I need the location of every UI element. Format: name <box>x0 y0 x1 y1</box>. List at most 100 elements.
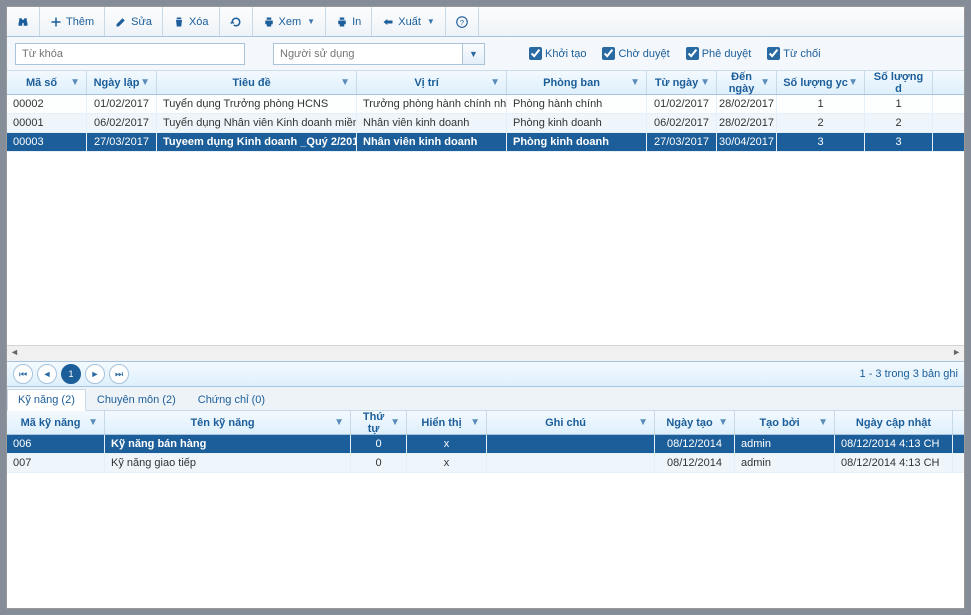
filter-icon[interactable]: ▼ <box>470 417 480 428</box>
delete-button[interactable]: Xóa <box>163 7 220 36</box>
cell-note <box>487 435 655 453</box>
cell-title: Tuyeem dụng Kinh doanh _Quý 2/2017 <box>157 133 357 151</box>
view-button[interactable]: Xem ▼ <box>253 7 327 36</box>
col-visible[interactable]: Hiển thị▼ <box>407 411 487 434</box>
cell-updated: 08/12/2014 4:13 CH <box>835 435 953 453</box>
reject-checkbox[interactable]: Từ chối <box>767 47 820 60</box>
user-input[interactable] <box>273 43 463 65</box>
cell-date: 06/02/2017 <box>87 114 157 132</box>
edit-button[interactable]: Sửa <box>105 7 163 36</box>
col-qty2[interactable]: Số lượng d <box>865 71 933 94</box>
chevron-down-icon[interactable]: ▼ <box>463 43 485 65</box>
cell-qty2: 3 <box>865 133 933 151</box>
user-combo[interactable]: ▼ <box>273 43 485 65</box>
filter-icon[interactable]: ▼ <box>140 77 150 88</box>
cell-to: 30/04/2017 <box>717 133 777 151</box>
cell-skill-name: Kỹ năng bán hàng <box>105 435 351 453</box>
keyword-input[interactable] <box>15 43 245 65</box>
cell-dept: Phòng hành chính <box>507 95 647 113</box>
refresh-button[interactable] <box>220 7 253 36</box>
table-row[interactable]: 0000106/02/2017Tuyển dụng Nhân viên Kinh… <box>7 114 964 133</box>
cell-dept: Phòng kinh doanh <box>507 114 647 132</box>
search-button[interactable] <box>7 7 40 36</box>
col-qty[interactable]: Số lượng yc▼ <box>777 71 865 94</box>
caret-down-icon: ▼ <box>307 17 315 26</box>
table-row[interactable]: 00003 27/03/2017 Tuyeem dụng Kinh doanh _Q… <box>7 133 964 152</box>
first-page-button[interactable]: ⏮ <box>13 364 33 384</box>
cell-from: 01/02/2017 <box>647 95 717 113</box>
filter-icon[interactable]: ▼ <box>760 77 770 88</box>
refresh-icon <box>230 16 242 28</box>
cell-created: 08/12/2014 <box>655 435 735 453</box>
cell-dept: Phòng kinh doanh <box>507 133 647 151</box>
caret-down-icon: ▼ <box>427 17 435 26</box>
tab-specialty[interactable]: Chuyên môn (2) <box>86 389 187 410</box>
detail-grid-header: Mã kỹ năng▼ Tên kỹ năng▼ Thứ tự▼ Hiển th… <box>7 411 964 435</box>
h-scrollbar[interactable] <box>7 345 964 361</box>
cell-from: 27/03/2017 <box>647 133 717 151</box>
cell-title: Tuyển dụng Nhân viên Kinh doanh miền Bắc <box>157 114 357 132</box>
filter-icon[interactable]: ▼ <box>390 417 400 428</box>
filter-icon[interactable]: ▼ <box>718 417 728 428</box>
cell-created: 08/12/2014 <box>655 454 735 472</box>
cell-position: Nhân viên kinh doanh <box>357 114 507 132</box>
cell-qty: 3 <box>777 133 865 151</box>
col-note[interactable]: Ghi chú▼ <box>487 411 655 434</box>
init-checkbox[interactable]: Khởi tạo <box>529 47 586 60</box>
col-skill-code[interactable]: Mã kỹ năng▼ <box>7 411 105 434</box>
filter-icon[interactable]: ▼ <box>70 77 80 88</box>
cell-title: Tuyển dụng Trưởng phòng HCNS <box>157 95 357 113</box>
filter-icon[interactable]: ▼ <box>490 77 500 88</box>
col-position[interactable]: Vị trí▼ <box>357 71 507 94</box>
col-dept[interactable]: Phòng ban▼ <box>507 71 647 94</box>
grid-body[interactable]: 0000201/02/2017Tuyển dụng Trưởng phòng H… <box>7 95 964 345</box>
wait-checkbox[interactable]: Chờ duyệt <box>602 47 669 60</box>
last-page-button[interactable]: ⏭ <box>109 364 129 384</box>
filter-icon[interactable]: ▼ <box>340 77 350 88</box>
reject-label: Từ chối <box>783 48 820 60</box>
filter-icon[interactable]: ▼ <box>700 77 710 88</box>
table-row[interactable]: 007Kỹ năng giao tiếp0x08/12/2014admin08/… <box>7 454 964 473</box>
col-skill-name[interactable]: Tên kỹ năng▼ <box>105 411 351 434</box>
filter-icon[interactable]: ▼ <box>334 417 344 428</box>
col-updated[interactable]: Ngày cập nhật <box>835 411 953 434</box>
col-creator[interactable]: Tạo bởi▼ <box>735 411 835 434</box>
detail-grid-body[interactable]: 006Kỹ năng bán hàng0x08/12/2014admin08/1… <box>7 435 964 608</box>
add-button[interactable]: Thêm <box>40 7 105 36</box>
help-button[interactable]: ? <box>446 7 479 36</box>
next-page-button[interactable]: ► <box>85 364 105 384</box>
approve-checkbox[interactable]: Phê duyệt <box>686 47 752 60</box>
col-from[interactable]: Từ ngày▼ <box>647 71 717 94</box>
tab-certs[interactable]: Chứng chỉ (0) <box>187 389 276 410</box>
cell-creator: admin <box>735 435 835 453</box>
export-label: Xuất <box>398 16 421 28</box>
col-code[interactable]: Mã số▼ <box>7 71 87 94</box>
cell-date: 01/02/2017 <box>87 95 157 113</box>
col-created[interactable]: Ngày tạo▼ <box>655 411 735 434</box>
help-icon: ? <box>456 16 468 28</box>
cell-code: 00003 <box>7 133 87 151</box>
filter-icon[interactable]: ▼ <box>818 417 828 428</box>
svg-text:?: ? <box>460 18 464 27</box>
tab-skills[interactable]: Kỹ năng (2) <box>7 389 86 411</box>
cell-creator: admin <box>735 454 835 472</box>
filter-icon[interactable]: ▼ <box>638 417 648 428</box>
col-title[interactable]: Tiêu đề▼ <box>157 71 357 94</box>
export-button[interactable]: Xuất ▼ <box>372 7 446 36</box>
prev-page-button[interactable]: ◄ <box>37 364 57 384</box>
table-row[interactable]: 0000201/02/2017Tuyển dụng Trưởng phòng H… <box>7 95 964 114</box>
binoculars-icon <box>17 16 29 28</box>
view-label: Xem <box>279 16 302 28</box>
page-1-button[interactable]: 1 <box>61 364 81 384</box>
detail-grid: Mã kỹ năng▼ Tên kỹ năng▼ Thứ tự▼ Hiển th… <box>7 411 964 608</box>
col-date[interactable]: Ngày lập▼ <box>87 71 157 94</box>
filter-icon[interactable]: ▼ <box>630 77 640 88</box>
cell-qty2: 2 <box>865 114 933 132</box>
cell-order: 0 <box>351 435 407 453</box>
print-button[interactable]: In <box>326 7 372 36</box>
col-to[interactable]: Đến ngày▼ <box>717 71 777 94</box>
filter-icon[interactable]: ▼ <box>88 417 98 428</box>
table-row[interactable]: 006Kỹ năng bán hàng0x08/12/2014admin08/1… <box>7 435 964 454</box>
filter-icon[interactable]: ▼ <box>848 77 858 88</box>
col-order[interactable]: Thứ tự▼ <box>351 411 407 434</box>
